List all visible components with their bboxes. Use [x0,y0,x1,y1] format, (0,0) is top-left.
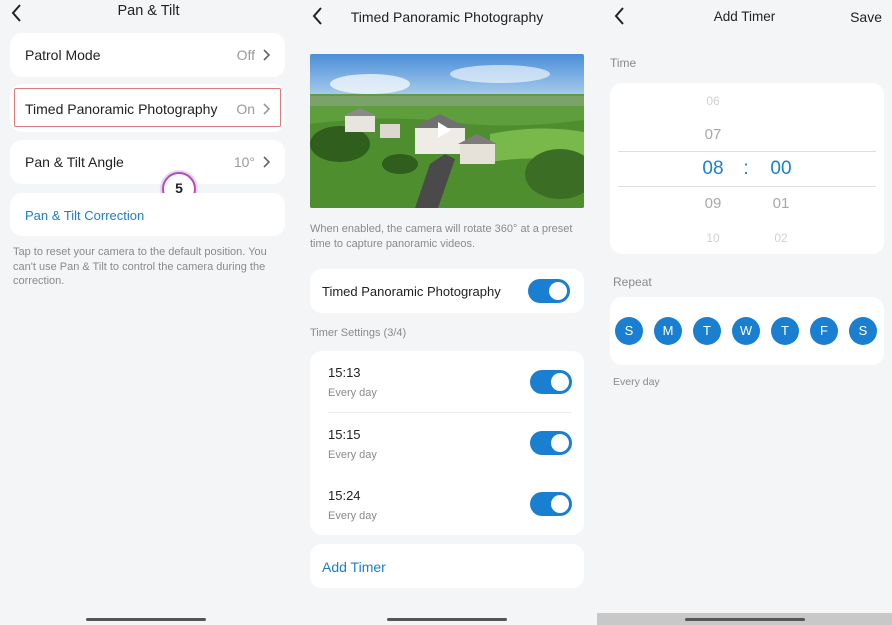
panorama-video[interactable] [310,54,584,208]
row-value: On [236,101,255,117]
toggle-knob [551,373,569,391]
home-indicator [685,618,805,621]
day-wednesday[interactable]: W [732,317,760,345]
page-title: Pan & Tilt [117,3,180,19]
repeat-label: Repeat [613,275,652,289]
feature-description: When enabled, the camera will rotate 360… [310,223,573,250]
header: Pan & Tilt [0,0,297,32]
header: Timed Panoramic Photography [297,0,597,32]
chevron-right-icon [263,156,271,168]
row-label: Timed Panoramic Photography [25,101,218,117]
timed-panoramic-row[interactable]: Timed Panoramic Photography On [10,84,285,132]
row-value: 10° [233,154,255,170]
main-toggle-label: Timed Panoramic Photography [322,284,501,299]
chevron-right-icon [263,49,271,61]
toggle-knob [549,282,567,300]
chevron-right-icon [263,103,271,115]
page-title: Add Timer [713,9,776,24]
timer-list: 15:13 Every day 15:15 Every day 15:24 Ev… [310,351,584,535]
correction-note: Tap to reset your camera to the default … [13,246,267,287]
repeat-summary: Every day [613,376,660,388]
main-toggle-switch[interactable] [528,279,570,303]
timer-settings-label: Timer Settings (3/4) [310,327,407,339]
timer-toggle[interactable] [530,492,572,516]
header: Add Timer Save [597,0,892,32]
time-picker[interactable]: 06 07 08 09 10 : 00 01 02 [610,83,884,254]
row-value: Off [236,47,255,63]
minute-option[interactable]: 02 [766,231,796,245]
picker-line-bottom [618,186,876,187]
add-timer-label: Add Timer [322,559,386,575]
add-timer-button[interactable]: Add Timer [310,544,584,588]
day-tuesday[interactable]: T [693,317,721,345]
day-thursday[interactable]: T [771,317,799,345]
timer-row[interactable]: 15:24 Every day [310,474,584,535]
hour-selected[interactable]: 08 [696,158,730,180]
hour-option[interactable]: 07 [698,126,728,143]
patrol-mode-row[interactable]: Patrol Mode Off [10,33,285,77]
day-monday[interactable]: M [654,317,682,345]
timer-time: 15:24 [328,488,361,503]
time-separator: : [743,158,749,179]
hour-option[interactable]: 09 [698,195,728,212]
timed-panoramic-screen: Timed Panoramic Photography When enabled… [297,0,597,625]
hour-option[interactable]: 10 [698,231,728,245]
home-indicator [387,618,507,621]
day-sunday[interactable]: S [615,317,643,345]
toggle-knob [551,434,569,452]
timer-repeat: Every day [328,387,377,399]
minute-option[interactable]: 01 [766,195,796,212]
pan-tilt-angle-row[interactable]: Pan & Tilt Angle 10° [10,140,285,184]
repeat-days: S M T W T F S [610,297,884,365]
home-indicator [86,618,206,621]
timer-repeat: Every day [328,449,377,461]
timer-toggle[interactable] [530,431,572,455]
timer-row[interactable]: 15:13 Every day [310,351,584,412]
timer-repeat: Every day [328,510,377,522]
timer-time: 15:13 [328,365,361,380]
timer-toggle[interactable] [530,370,572,394]
time-label: Time [610,56,637,70]
hour-option[interactable]: 06 [698,94,728,108]
timer-time: 15:15 [328,427,361,442]
picker-line-top [618,151,876,152]
row-label: Pan & Tilt Angle [25,154,124,170]
day-saturday[interactable]: S [849,317,877,345]
toggle-knob [551,495,569,513]
page-title: Timed Panoramic Photography [350,9,544,25]
timer-row[interactable]: 15:15 Every day [310,413,584,474]
add-timer-screen: Add Timer Save Time 06 07 08 09 10 : 00 … [597,0,892,625]
row-label: Patrol Mode [25,47,101,63]
main-toggle-row: Timed Panoramic Photography [310,269,584,313]
pan-tilt-screen: Pan & Tilt Patrol Mode Off Timed Panoram… [0,0,297,625]
correction-link: Pan & Tilt Correction [25,208,145,223]
pan-tilt-correction-row[interactable]: Pan & Tilt Correction [10,193,285,236]
save-button[interactable]: Save [850,9,882,25]
minute-selected[interactable]: 00 [764,158,798,180]
play-icon[interactable] [438,122,451,138]
day-friday[interactable]: F [810,317,838,345]
